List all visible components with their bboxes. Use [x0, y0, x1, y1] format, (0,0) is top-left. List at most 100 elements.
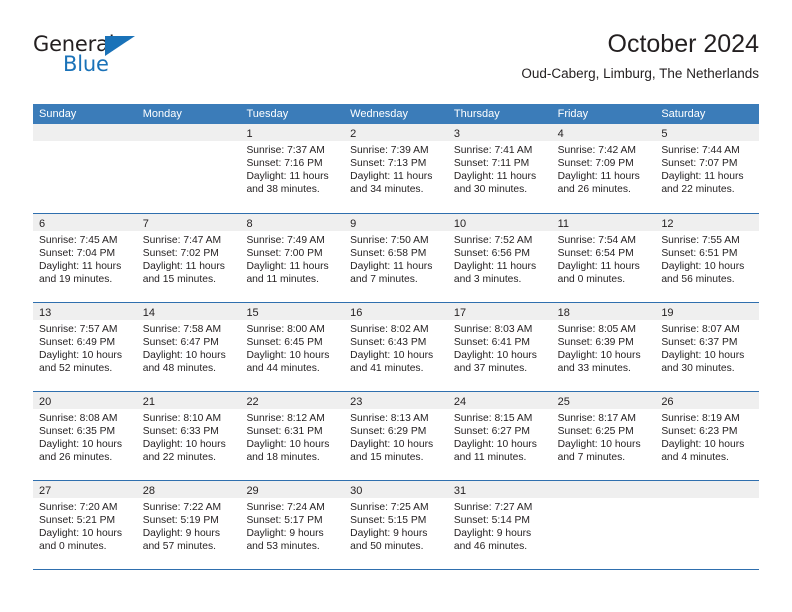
daylight-text-line2: and 3 minutes. [453, 273, 522, 285]
daylight-text-line1: Daylight: 10 hours [142, 349, 226, 361]
daylight-text-line1: Daylight: 10 hours [661, 349, 745, 361]
day-cell-10[interactable]: 10 Sunrise: 7:52 AM Sunset: 6:56 PM Dayligh… [447, 214, 552, 302]
sunrise-text: Sunrise: 8:15 AM [453, 413, 533, 424]
daylight-text-line2: and 11 minutes. [453, 451, 527, 463]
sunset-text: Sunset: 6:41 PM [453, 336, 531, 348]
day-number: 22 [246, 396, 259, 408]
daylight-text-line2: and 7 minutes. [350, 273, 418, 285]
sunset-text: Sunset: 6:43 PM [350, 336, 427, 348]
day-number: 30 [350, 485, 363, 497]
weekday-header-wednesday: Wednesday [350, 108, 409, 120]
sunset-text: Sunset: 6:25 PM [557, 425, 634, 437]
day-details: Sunrise: 7:27 AM Sunset: 5:14 PM Daylight:… [448, 498, 552, 554]
sunrise-text: Sunrise: 8:05 AM [557, 324, 637, 335]
day-number-band: 3 [447, 124, 552, 141]
day-cell-5[interactable]: 5 Sunrise: 7:44 AM Sunset: 7:07 PM Daylight… [655, 124, 760, 213]
day-details [655, 498, 759, 502]
sunset-text: Sunset: 7:00 PM [246, 247, 323, 259]
sunset-text: Sunset: 6:31 PM [246, 425, 323, 437]
daylight-text-line2: and 4 minutes. [661, 451, 729, 463]
day-cell-8[interactable]: 8 Sunrise: 7:49 AM Sunset: 7:00 PM Daylight… [240, 214, 345, 302]
sunset-text: Sunset: 6:47 PM [142, 336, 219, 348]
sunrise-text: Sunrise: 8:07 AM [661, 324, 740, 335]
daylight-text-line1: Daylight: 11 hours [453, 170, 537, 182]
day-cell-30[interactable]: 30 Sunrise: 7:25 AM Sunset: 5:15 PM Dayligh… [344, 481, 448, 569]
day-number: 27 [39, 485, 52, 497]
day-cell-6[interactable]: 6 Sunrise: 7:45 AM Sunset: 7:04 PM Daylight… [33, 214, 137, 302]
day-number: 5 [661, 128, 668, 140]
day-cell-26[interactable]: 26 Sunrise: 8:19 AM Sunset: 6:23 PM Dayligh… [655, 392, 760, 480]
day-number: 18 [557, 307, 570, 319]
day-cell-9[interactable]: 9 Sunrise: 7:50 AM Sunset: 6:58 PM Daylight… [344, 214, 448, 302]
daylight-text-line2: and 15 minutes. [142, 273, 216, 285]
day-number-band: 17 [447, 303, 552, 320]
day-cell-11[interactable]: 11 Sunrise: 7:54 AM Sunset: 6:54 PM Dayligh… [551, 214, 656, 302]
day-cell-15[interactable]: 15 Sunrise: 8:00 AM Sunset: 6:45 PM Dayligh… [240, 303, 345, 391]
daylight-text-line1: Daylight: 11 hours [557, 170, 640, 182]
day-cell-25[interactable]: 25 Sunrise: 8:17 AM Sunset: 6:25 PM Dayligh… [551, 392, 656, 480]
day-number: 9 [350, 218, 357, 230]
day-cell-31[interactable]: 31 Sunrise: 7:27 AM Sunset: 5:14 PM Dayligh… [447, 481, 552, 569]
day-cell-empty [33, 124, 137, 213]
day-cell-24[interactable]: 24 Sunrise: 8:15 AM Sunset: 6:27 PM Dayligh… [447, 392, 552, 480]
day-cell-4[interactable]: 4 Sunrise: 7:42 AM Sunset: 7:09 PM Daylight… [551, 124, 656, 213]
sunrise-text: Sunrise: 7:27 AM [453, 502, 533, 513]
day-cell-empty [136, 124, 241, 213]
day-cell-12[interactable]: 12 Sunrise: 7:55 AM Sunset: 6:51 PM Dayligh… [655, 214, 760, 302]
day-cell-2[interactable]: 2 Sunrise: 7:39 AM Sunset: 7:13 PM Daylight… [344, 124, 448, 213]
day-cell-18[interactable]: 18 Sunrise: 8:05 AM Sunset: 6:39 PM Dayligh… [551, 303, 656, 391]
day-cell-3[interactable]: 3 Sunrise: 7:41 AM Sunset: 7:11 PM Daylight… [447, 124, 552, 213]
day-number: 14 [142, 307, 155, 319]
daylight-text-line2: and 48 minutes. [142, 362, 216, 374]
day-details: Sunrise: 7:55 AM Sunset: 6:51 PM Daylight:… [655, 231, 759, 287]
daylight-text-line2: and 18 minutes. [246, 451, 320, 463]
day-cell-16[interactable]: 16 Sunrise: 8:02 AM Sunset: 6:43 PM Dayligh… [344, 303, 448, 391]
day-details [137, 141, 241, 145]
day-cell-22[interactable]: 22 Sunrise: 8:12 AM Sunset: 6:31 PM Dayligh… [240, 392, 345, 480]
sunrise-text: Sunrise: 7:42 AM [557, 145, 637, 156]
day-details: Sunrise: 8:19 AM Sunset: 6:23 PM Daylight:… [655, 409, 759, 465]
sunrise-text: Sunrise: 7:58 AM [142, 324, 222, 335]
day-cell-21[interactable]: 21 Sunrise: 8:10 AM Sunset: 6:33 PM Dayligh… [136, 392, 241, 480]
sunset-text: Sunset: 7:16 PM [246, 157, 323, 169]
daylight-text-line2: and 30 minutes. [453, 183, 528, 195]
sunrise-text: Sunrise: 7:41 AM [453, 145, 533, 156]
sunrise-text: Sunrise: 7:44 AM [661, 145, 740, 156]
sunrise-text: Sunrise: 7:25 AM [350, 502, 429, 513]
day-number: 10 [453, 218, 467, 230]
day-details: Sunrise: 7:50 AM Sunset: 6:58 PM Daylight:… [344, 231, 448, 287]
daylight-text-line1: Daylight: 9 hours [142, 527, 220, 539]
daylight-text-line2: and 7 minutes. [557, 451, 626, 463]
day-details: Sunrise: 7:44 AM Sunset: 7:07 PM Daylight:… [655, 141, 759, 197]
day-cell-empty [655, 481, 760, 569]
day-details: Sunrise: 8:08 AM Sunset: 6:35 PM Daylight:… [33, 409, 137, 465]
day-number-band: 25 [551, 392, 656, 409]
daylight-text-line1: Daylight: 11 hours [39, 260, 122, 272]
weekday-header-tuesday: Tuesday [246, 108, 289, 120]
day-details: Sunrise: 7:37 AM Sunset: 7:16 PM Daylight:… [240, 141, 344, 197]
day-number: 17 [453, 307, 467, 319]
day-cell-17[interactable]: 17 Sunrise: 8:03 AM Sunset: 6:41 PM Dayligh… [447, 303, 552, 391]
day-number-band: 12 [655, 214, 760, 231]
day-cell-29[interactable]: 29 Sunrise: 7:24 AM Sunset: 5:17 PM Dayligh… [240, 481, 345, 569]
day-cell-19[interactable]: 19 Sunrise: 8:07 AM Sunset: 6:37 PM Dayligh… [655, 303, 760, 391]
daylight-text-line2: and 22 minutes. [142, 451, 216, 463]
calendar-week-row: 6 Sunrise: 7:45 AM Sunset: 7:04 PM Daylight… [33, 213, 760, 302]
day-details: Sunrise: 8:02 AM Sunset: 6:43 PM Daylight:… [344, 320, 448, 376]
sunset-text: Sunset: 6:56 PM [453, 247, 531, 259]
weekday-header-row: Sunday Monday Tuesday Wednesday Thursday Frid… [33, 104, 759, 124]
day-details: Sunrise: 7:58 AM Sunset: 6:47 PM Daylight:… [137, 320, 241, 376]
sunset-text: Sunset: 6:37 PM [661, 336, 738, 348]
day-cell-13[interactable]: 13 Sunrise: 7:57 AM Sunset: 6:49 PM Dayligh… [33, 303, 137, 391]
day-cell-7[interactable]: 7 Sunrise: 7:47 AM Sunset: 7:02 PM Daylight… [136, 214, 241, 302]
day-number: 29 [246, 485, 259, 497]
day-cell-23[interactable]: 23 Sunrise: 8:13 AM Sunset: 6:29 PM Dayligh… [344, 392, 448, 480]
day-cell-20[interactable]: 20 Sunrise: 8:08 AM Sunset: 6:35 PM Dayligh… [33, 392, 137, 480]
day-cell-28[interactable]: 28 Sunrise: 7:22 AM Sunset: 5:19 PM Dayligh… [136, 481, 241, 569]
sunrise-text: Sunrise: 8:00 AM [246, 324, 325, 335]
daylight-text-line2: and 52 minutes. [39, 362, 113, 374]
day-cell-27[interactable]: 27 Sunrise: 7:20 AM Sunset: 5:21 PM Dayligh… [33, 481, 137, 569]
weekday-header-monday: Monday [142, 108, 182, 120]
day-cell-14[interactable]: 14 Sunrise: 7:58 AM Sunset: 6:47 PM Dayligh… [136, 303, 241, 391]
day-cell-1[interactable]: 1 Sunrise: 7:37 AM Sunset: 7:16 PM Daylight… [240, 124, 345, 213]
